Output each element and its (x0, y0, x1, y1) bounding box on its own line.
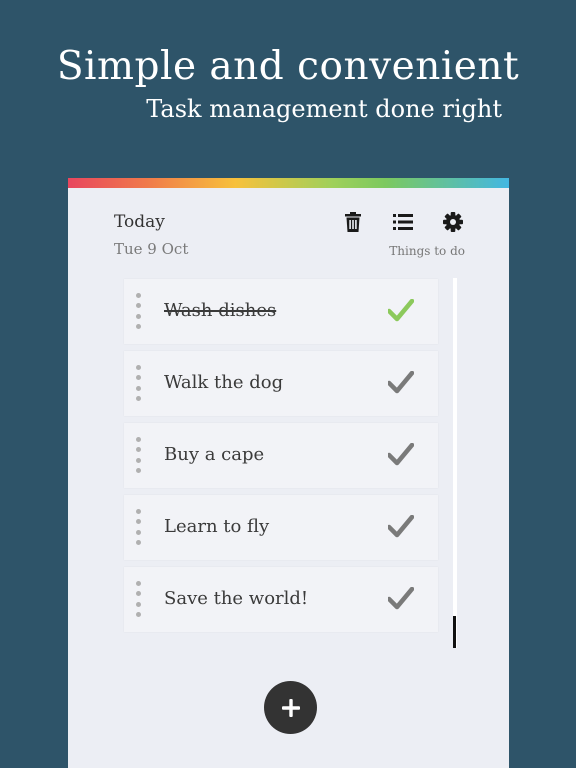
drag-handle[interactable] (135, 509, 141, 545)
settings-button[interactable] (441, 210, 465, 234)
delete-button[interactable] (341, 210, 365, 234)
lists-button[interactable] (391, 210, 415, 234)
check-icon (386, 298, 415, 322)
drag-handle[interactable] (135, 293, 141, 329)
complete-button[interactable] (386, 442, 415, 467)
list-name-label: Things to do (389, 244, 465, 258)
add-task-button[interactable] (264, 681, 317, 734)
task-item[interactable]: Walk the dog (124, 351, 438, 416)
check-icon (386, 586, 415, 610)
complete-button[interactable] (386, 298, 415, 323)
task-item[interactable]: Wash dishes (124, 279, 438, 344)
task-label: Wash dishes (164, 300, 277, 321)
task-item[interactable]: Buy a cape (124, 423, 438, 488)
complete-button[interactable] (386, 370, 415, 395)
drag-handle[interactable] (135, 437, 141, 473)
app-screen: Today Tue 9 Oct Things to do Wash dishes… (68, 178, 509, 768)
page-title: Today (114, 212, 165, 232)
trash-icon (345, 212, 361, 232)
scrollbar-thumb[interactable] (453, 616, 456, 648)
task-label: Save the world! (164, 588, 309, 609)
list-icon (393, 214, 413, 230)
date-header: Today Tue 9 Oct (114, 212, 188, 258)
rainbow-strip (68, 178, 509, 188)
task-label: Walk the dog (164, 372, 284, 393)
task-item[interactable]: Learn to fly (124, 495, 438, 560)
complete-button[interactable] (386, 514, 415, 539)
drag-handle[interactable] (135, 581, 141, 617)
drag-handle[interactable] (135, 365, 141, 401)
check-icon (386, 370, 415, 394)
current-date: Tue 9 Oct (114, 240, 189, 258)
check-icon (386, 514, 415, 538)
promo-subheadline: Task management done right (146, 95, 502, 123)
task-label: Buy a cape (164, 444, 265, 465)
plus-icon (281, 698, 300, 717)
complete-button[interactable] (386, 586, 415, 611)
task-list: Wash dishes Walk the dog Buy a cape Lear… (124, 279, 438, 639)
promo-headline: Simple and convenient (56, 44, 520, 89)
task-item[interactable]: Save the world! (124, 567, 438, 632)
check-icon (386, 442, 415, 466)
task-label: Learn to fly (164, 516, 270, 537)
scrollbar[interactable] (453, 278, 457, 648)
gear-icon (443, 212, 463, 232)
